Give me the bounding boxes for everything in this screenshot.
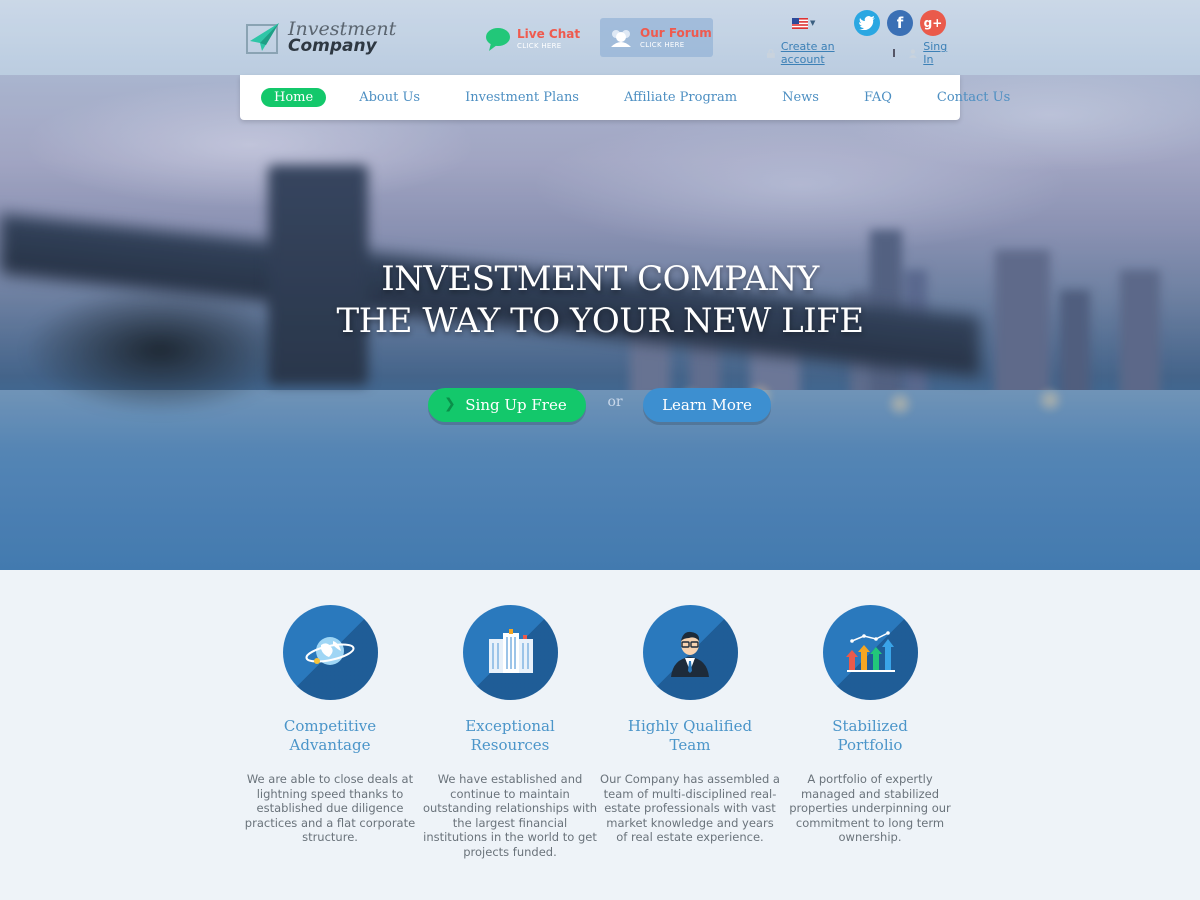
hero-title-line1: INVESTMENT COMPANY: [381, 259, 819, 299]
features-section: Competitive Advantage We are able to clo…: [240, 605, 960, 865]
feature-exceptional-resources: Exceptional Resources We have establishe…: [420, 605, 600, 859]
feature-stabilized-portfolio: Stabilized Portfolio A portfolio of expe…: [780, 605, 960, 845]
feature-text: Our Company has assembled a team of mult…: [600, 772, 780, 844]
feature-text: We are able to close deals at lightning …: [244, 772, 416, 844]
businessman-icon: [670, 631, 709, 677]
user-icon: [909, 48, 918, 58]
or-label: or: [607, 394, 623, 410]
feature-title-line2: Team: [669, 736, 711, 754]
facebook-icon[interactable]: f: [887, 10, 913, 36]
sign-up-button[interactable]: ❯ Sing Up Free: [428, 388, 586, 422]
growth-chart-icon: [845, 631, 895, 672]
feature-competitive-advantage: Competitive Advantage We are able to clo…: [240, 605, 420, 845]
site-logo[interactable]: Investment Company: [246, 18, 406, 58]
feature-icon-circle: [282, 605, 378, 700]
forum-title: Our Forum: [640, 25, 712, 40]
account-links: Create an account Sing In: [767, 40, 960, 66]
nav-item-news[interactable]: News: [782, 90, 819, 105]
site-header: Investment Company Live Chat CLICK HERE …: [240, 0, 960, 75]
us-flag-icon: [792, 17, 808, 29]
paper-plane-icon: [246, 23, 279, 54]
google-plus-icon[interactable]: g+: [920, 10, 946, 36]
hero-title: INVESTMENT COMPANY THE WAY TO YOUR NEW L…: [250, 258, 950, 342]
chat-bubble-icon: [486, 28, 510, 51]
learn-more-label: Learn More: [662, 396, 752, 414]
feature-icon-circle: [462, 605, 558, 700]
nav-item-home[interactable]: Home: [261, 88, 327, 107]
sign-up-label: Sing Up Free: [465, 396, 567, 414]
forum-button[interactable]: Our Forum CLICK HERE: [600, 18, 713, 57]
feature-text: A portfolio of expertly managed and stab…: [789, 772, 951, 844]
main-nav: Home About Us Investment Plans Affiliate…: [240, 75, 1010, 120]
chevron-down-icon: ▼: [810, 19, 816, 27]
live-chat-button[interactable]: Live Chat CLICK HERE: [485, 20, 585, 58]
nav-item-contact-us[interactable]: Contact Us: [937, 90, 1010, 105]
buildings-icon: [488, 629, 533, 673]
feature-title-line1: Competitive: [283, 717, 377, 735]
language-selector[interactable]: ▼: [792, 16, 820, 30]
nav-item-affiliate-program[interactable]: Affiliate Program: [624, 90, 737, 105]
sign-in-link[interactable]: Sing In: [923, 40, 960, 66]
nav-item-about-us[interactable]: About Us: [359, 90, 420, 105]
twitter-icon[interactable]: [854, 10, 880, 36]
globe-icon: [304, 637, 355, 665]
live-chat-subtitle: CLICK HERE: [517, 42, 562, 50]
forum-people-icon: [611, 29, 631, 47]
learn-more-button[interactable]: Learn More: [643, 388, 771, 422]
feature-title-line1: Stabilized: [832, 717, 908, 735]
logo-line2: Company: [288, 36, 377, 56]
create-account-link[interactable]: Create an account: [781, 40, 880, 66]
feature-text: We have established and continue to main…: [422, 772, 598, 859]
divider: [893, 49, 896, 57]
nav-item-faq[interactable]: FAQ: [864, 90, 892, 105]
forum-subtitle: CLICK HERE: [640, 40, 685, 49]
feature-highly-qualified-team: Highly Qualified Team Our Company has as…: [600, 605, 780, 845]
feature-title-line2: Resources: [470, 736, 550, 754]
feature-icon-circle: [642, 605, 738, 700]
feature-icon-circle: [822, 605, 918, 700]
hero-title-line2: THE WAY TO YOUR NEW LIFE: [336, 301, 864, 341]
nav-item-investment-plans[interactable]: Investment Plans: [465, 90, 579, 105]
lock-icon: [767, 48, 775, 58]
feature-title-line1: Exceptional: [465, 717, 555, 735]
chevron-right-icon: ❯: [444, 396, 456, 412]
feature-title-line2: Portfolio: [837, 736, 903, 754]
feature-title-line2: Advantage: [289, 736, 371, 754]
feature-title-line1: Highly Qualified: [627, 717, 753, 735]
live-chat-title: Live Chat: [517, 27, 581, 41]
